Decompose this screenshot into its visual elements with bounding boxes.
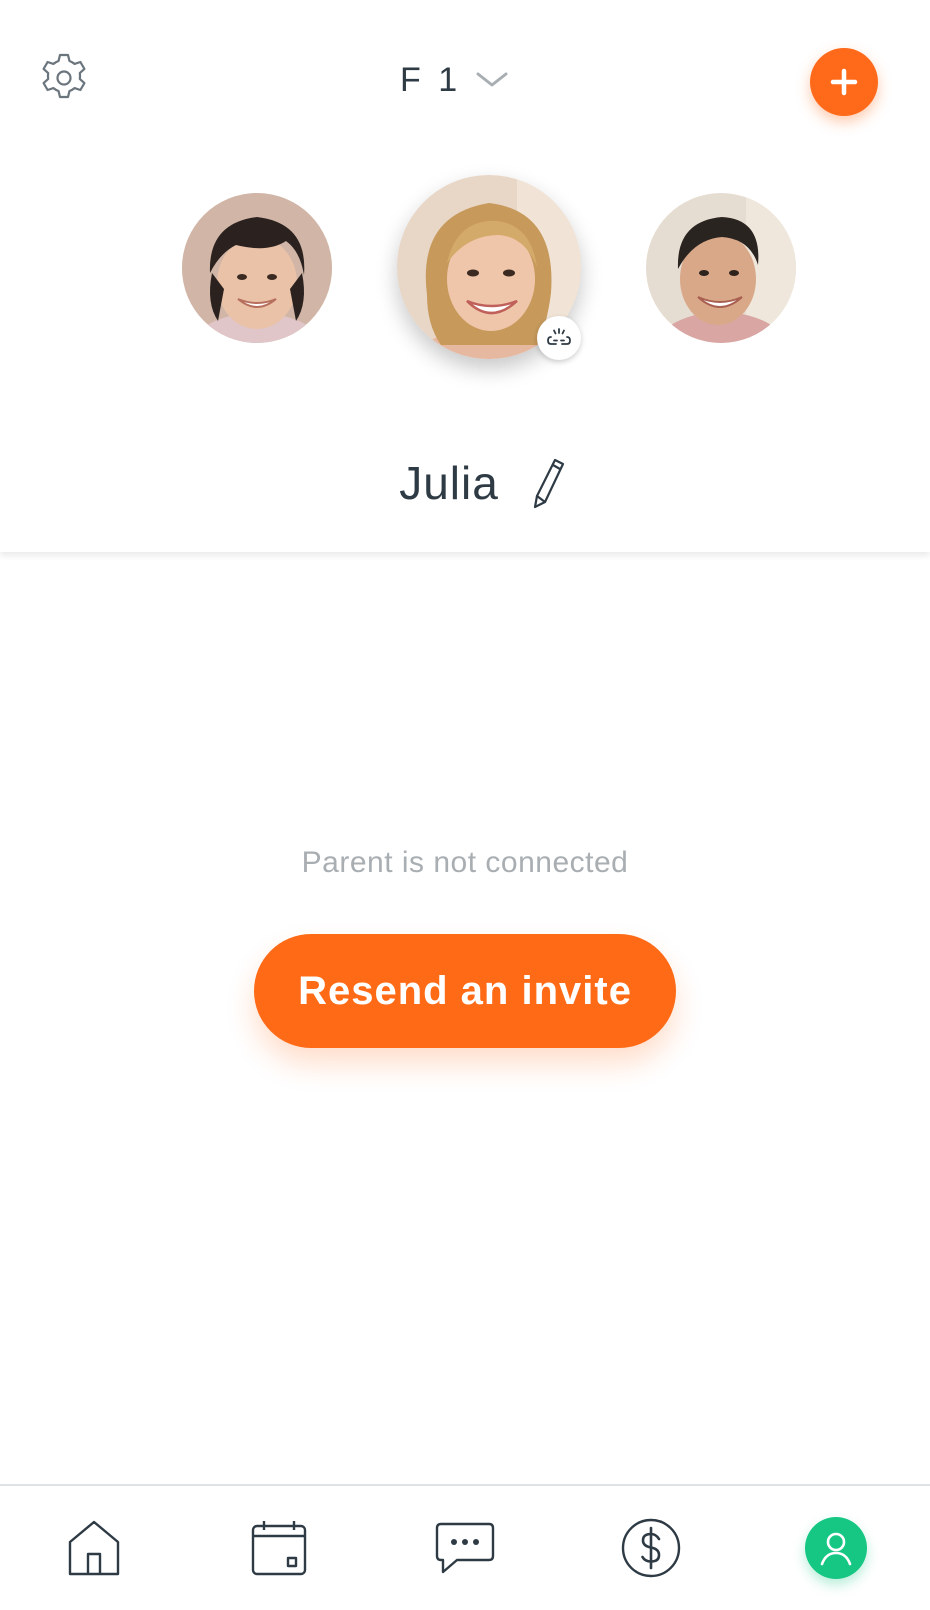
bottom-nav: [0, 1484, 930, 1610]
add-button[interactable]: [810, 48, 878, 116]
chevron-down-icon: [475, 70, 509, 90]
nav-profile[interactable]: [796, 1508, 876, 1588]
member-avatar-father[interactable]: [646, 193, 796, 343]
unlink-badge: [537, 316, 581, 360]
family-label: F 1: [400, 60, 462, 99]
profile-active-indicator: [805, 1517, 867, 1579]
resend-invite-button[interactable]: Resend an invite: [254, 934, 676, 1048]
unlink-icon: [547, 328, 571, 345]
connection-status-text: Parent is not connected: [301, 846, 629, 879]
pencil-icon: [533, 458, 564, 509]
edit-name-button[interactable]: [527, 455, 571, 511]
family-profile-screen: F 1 Julia Parent is not connected Resend…: [0, 0, 930, 1610]
gear-icon: [42, 53, 86, 99]
nav-messages[interactable]: [425, 1508, 505, 1588]
dollar-icon: [621, 1518, 681, 1578]
member-avatar-child[interactable]: [182, 193, 332, 343]
header: F 1 Julia: [0, 0, 930, 552]
nav-home[interactable]: [54, 1508, 134, 1588]
profile-icon: [820, 1532, 852, 1566]
calendar-icon: [251, 1521, 307, 1576]
chat-icon: [435, 1522, 495, 1574]
nav-payments[interactable]: [611, 1508, 691, 1588]
settings-button[interactable]: [36, 50, 92, 106]
nav-calendar[interactable]: [239, 1508, 319, 1588]
avatar-photo-child: [182, 193, 332, 343]
profile-name: Julia: [399, 457, 499, 509]
avatar-photo-father: [646, 193, 796, 343]
family-selector[interactable]: F 1: [400, 52, 530, 108]
profile-name-row: Julia: [0, 448, 930, 518]
plus-icon: [830, 68, 858, 96]
home-icon: [68, 1520, 120, 1576]
